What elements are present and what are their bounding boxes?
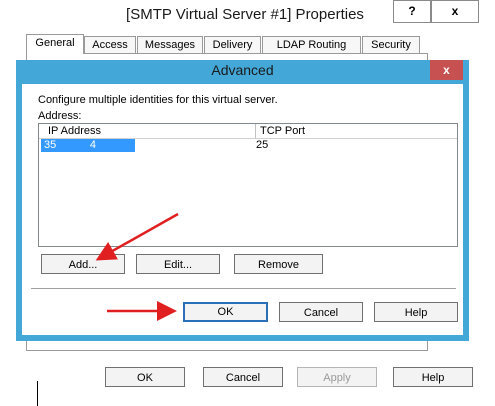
dialog-title: Advanced bbox=[211, 62, 274, 78]
help-button[interactable]: Help bbox=[374, 302, 458, 322]
ok-button[interactable]: OK bbox=[183, 302, 268, 322]
address-label: Address: bbox=[38, 110, 82, 122]
close-icon[interactable]: x bbox=[431, 0, 479, 23]
tab-security[interactable]: Security bbox=[362, 36, 420, 53]
tcp-port-cell: 25 bbox=[256, 139, 269, 151]
column-ip-address[interactable]: IP Address bbox=[39, 124, 255, 138]
close-icon[interactable]: x bbox=[430, 60, 463, 80]
outer-cancel-button[interactable]: Cancel bbox=[203, 367, 283, 387]
cancel-button[interactable]: Cancel bbox=[279, 302, 363, 322]
outer-apply-button[interactable]: Apply bbox=[297, 367, 377, 387]
tab-delivery[interactable]: Delivery bbox=[204, 36, 261, 53]
add-button[interactable]: Add... bbox=[41, 254, 125, 274]
window-title: [SMTP Virtual Server #1] Properties bbox=[126, 6, 364, 23]
tab-access[interactable]: Access bbox=[84, 36, 136, 53]
outer-ok-button[interactable]: OK bbox=[105, 367, 185, 387]
edit-button[interactable]: Edit... bbox=[136, 254, 220, 274]
cursor-line bbox=[37, 381, 38, 406]
tab-ldap-routing[interactable]: LDAP Routing bbox=[262, 36, 361, 53]
divider bbox=[31, 288, 456, 289]
remove-button[interactable]: Remove bbox=[234, 254, 323, 274]
help-icon[interactable]: ? bbox=[393, 0, 431, 23]
address-list[interactable]: IP Address TCP Port 35 4 25 bbox=[38, 123, 458, 247]
outer-help-button[interactable]: Help bbox=[393, 367, 473, 387]
advanced-dialog: Advanced x Configure multiple identities… bbox=[16, 60, 469, 341]
tab-messages[interactable]: Messages bbox=[137, 36, 203, 53]
description-text: Configure multiple identities for this v… bbox=[38, 94, 278, 106]
column-tcp-port[interactable]: TCP Port bbox=[255, 124, 455, 138]
table-row[interactable]: 35 4 25 bbox=[39, 139, 457, 152]
tab-general[interactable]: General bbox=[26, 34, 84, 54]
ip-address-cell: 35 4 bbox=[41, 139, 135, 152]
list-header: IP Address TCP Port bbox=[39, 124, 457, 139]
dialog-body: Configure multiple identities for this v… bbox=[22, 84, 463, 335]
